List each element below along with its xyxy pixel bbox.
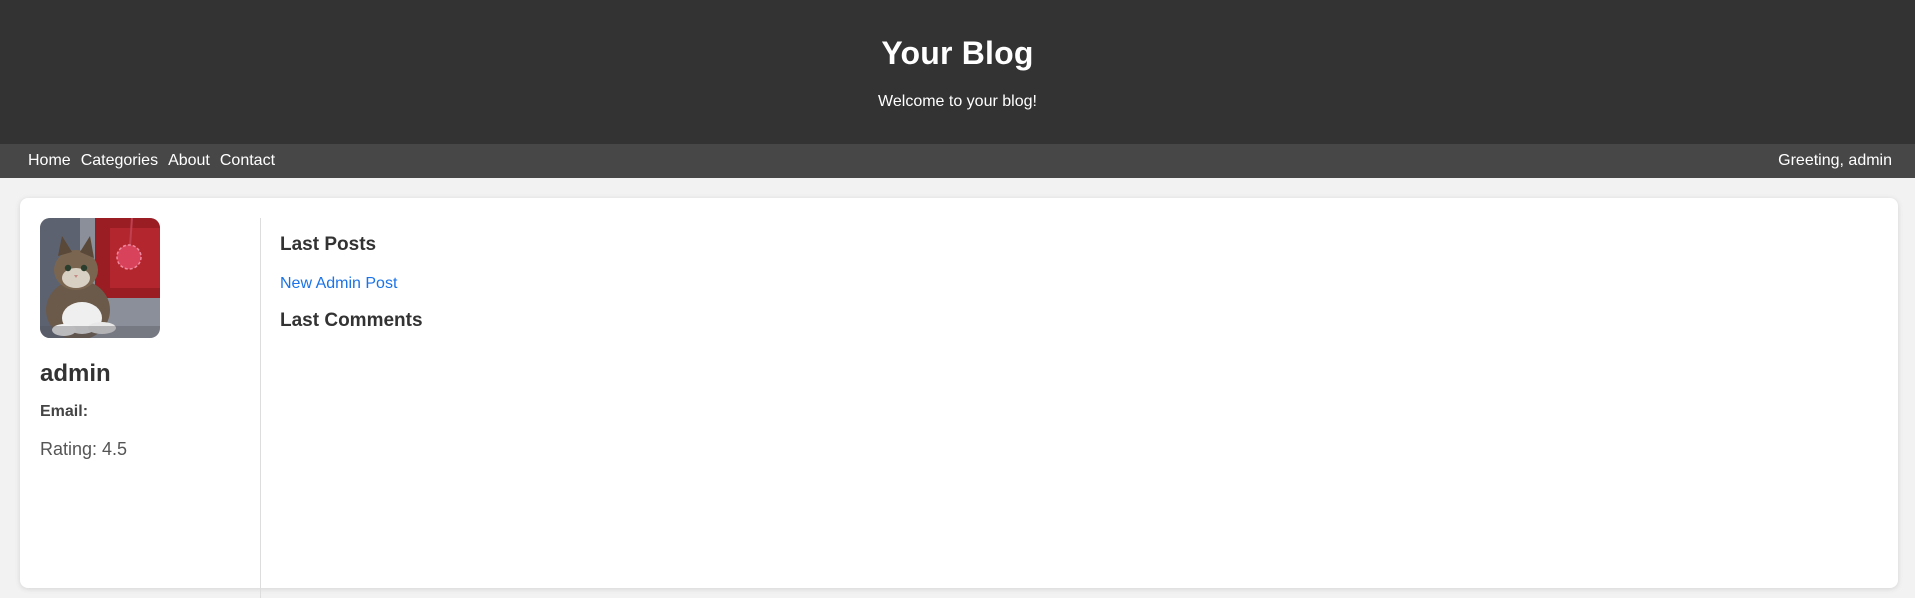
profile-sidebar: admin Email: Rating: 4.5	[40, 218, 260, 460]
nav-item-categories[interactable]: Categories	[81, 151, 158, 171]
column-divider	[260, 218, 261, 598]
profile-rating: Rating: 4.5	[40, 439, 128, 459]
site-subtitle: Welcome to your blog!	[878, 93, 1037, 110]
activity-section: Last Posts New Admin Post Last Comments	[280, 234, 423, 332]
cat-avatar-icon	[40, 218, 160, 338]
post-link[interactable]: New Admin Post	[280, 274, 423, 294]
profile-card: admin Email: Rating: 4.5 Last Posts New …	[20, 198, 1898, 598]
nav-bar: Home Categories About Contact Greeting, …	[0, 144, 1915, 178]
nav-item-home[interactable]: Home	[28, 151, 71, 171]
site-title: Your Blog	[881, 35, 1034, 71]
user-greeting: Greeting, admin	[1778, 152, 1892, 169]
profile-username: admin	[40, 360, 111, 387]
last-posts-heading: Last Posts	[280, 234, 377, 255]
nav-item-about[interactable]: About	[168, 151, 210, 171]
nav-links: Home Categories About Contact	[28, 151, 275, 171]
profile-email-label: Email:	[40, 403, 89, 420]
last-comments-heading: Last Comments	[280, 310, 423, 331]
site-header: Your Blog Welcome to your blog!	[0, 0, 1915, 144]
nav-item-contact[interactable]: Contact	[220, 151, 275, 171]
